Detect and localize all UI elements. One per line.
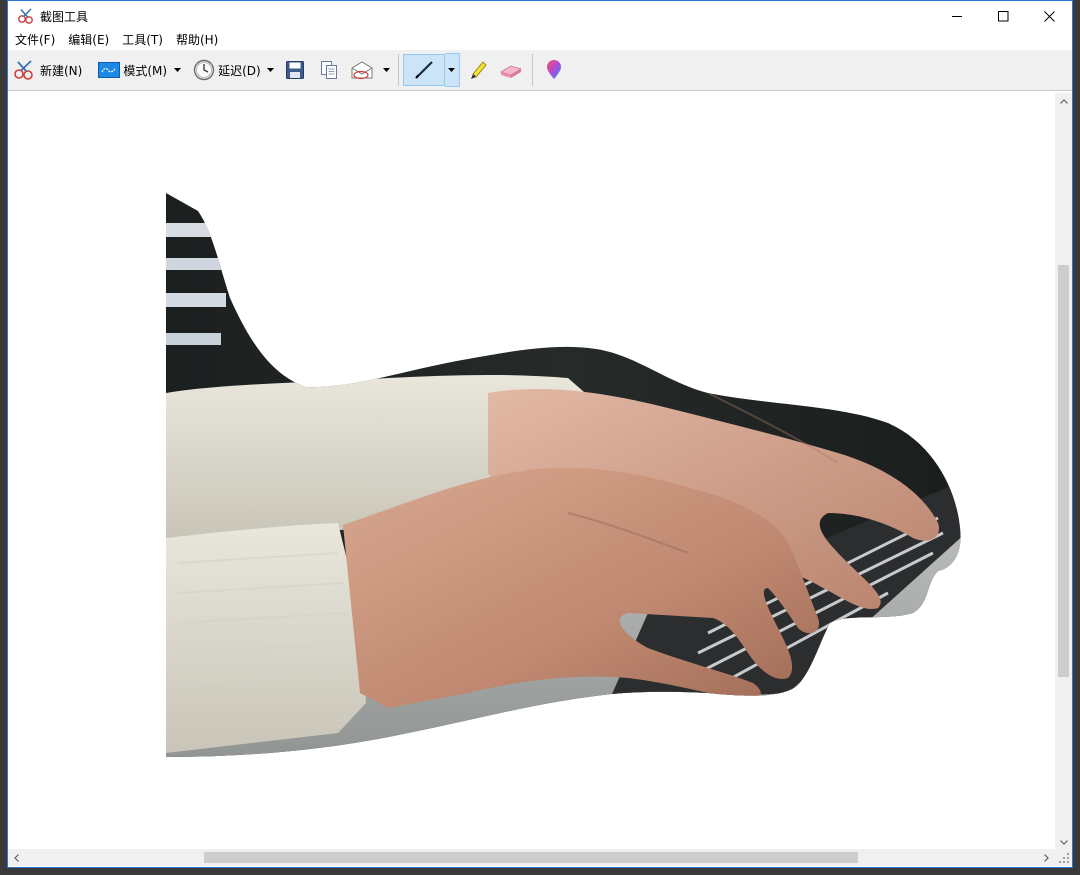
vertical-scroll-thumb[interactable] (1058, 265, 1069, 677)
delay-button[interactable]: 延迟(D) (190, 54, 264, 86)
send-dropdown[interactable] (380, 54, 394, 86)
horizontal-scroll-thumb[interactable] (204, 852, 858, 863)
window-title: 截图工具 (40, 9, 89, 24)
new-button[interactable]: 新建(N) (10, 54, 85, 86)
maximize-icon (997, 10, 1008, 21)
chevron-down-icon (173, 68, 181, 72)
maximize-button[interactable] (980, 1, 1026, 31)
snip-image (166, 193, 961, 757)
chevron-down-icon (267, 68, 275, 72)
eraser-icon (499, 65, 522, 78)
send-button[interactable] (346, 54, 380, 86)
menu-file[interactable]: 文件(F) (10, 31, 60, 50)
mode-dropdown[interactable] (170, 54, 184, 86)
chevron-down-icon (1059, 840, 1068, 845)
highlighter-icon (470, 61, 487, 79)
delay-button-label: 延迟(D) (218, 63, 261, 78)
send-email-icon (351, 61, 373, 80)
chevron-down-icon (383, 68, 391, 72)
resize-grip-icon (1059, 853, 1069, 863)
scroll-right-button[interactable] (1038, 849, 1055, 866)
scroll-left-button[interactable] (8, 849, 25, 866)
title-bar: 截图工具 (8, 1, 1072, 31)
delay-dropdown[interactable] (264, 54, 278, 86)
minimize-icon (951, 15, 962, 17)
chevron-up-icon (1059, 99, 1068, 104)
menu-tools[interactable]: 工具(T) (117, 31, 168, 50)
pen-dropdown[interactable] (444, 53, 460, 87)
menu-edit[interactable]: 编辑(E) (63, 31, 114, 50)
copy-button[interactable] (312, 54, 346, 86)
close-icon (1043, 10, 1055, 22)
toolbar: 新建(N) 模式(M) 延迟(D) (8, 50, 1072, 91)
snipping-tool-window: 截图工具 文件(F) 编辑(E) 工具(T) 帮助(H) 新建(N) 模式(M)… (7, 0, 1073, 868)
window-controls (934, 1, 1072, 31)
copy-icon (320, 61, 337, 79)
clock-icon (193, 59, 215, 81)
menu-help[interactable]: 帮助(H) (171, 31, 223, 50)
snip-canvas[interactable] (8, 93, 1055, 851)
paint3d-icon (546, 60, 561, 79)
pen-button[interactable] (402, 54, 445, 86)
pen-icon (414, 61, 433, 79)
mode-button-label: 模式(M) (123, 63, 168, 78)
toolbar-separator (397, 54, 399, 86)
mode-button[interactable]: 模式(M) (95, 54, 170, 86)
close-button[interactable] (1026, 1, 1072, 31)
resize-grip[interactable] (1055, 849, 1072, 866)
toolbar-separator (531, 54, 533, 86)
minimize-button[interactable] (934, 1, 980, 31)
horizontal-scrollbar[interactable] (8, 849, 1055, 866)
menu-bar: 文件(F) 编辑(E) 工具(T) 帮助(H) (8, 31, 1072, 50)
chevron-down-icon (448, 68, 456, 72)
scissors-icon (14, 60, 33, 80)
new-button-label: 新建(N) (40, 63, 83, 78)
mode-icon (98, 62, 121, 78)
paint3d-button[interactable] (537, 54, 571, 86)
eraser-button[interactable] (494, 54, 528, 86)
chevron-right-icon (1044, 853, 1049, 862)
app-icon (18, 8, 33, 24)
save-icon (285, 61, 304, 79)
save-button[interactable] (278, 54, 312, 86)
highlighter-button[interactable] (460, 54, 494, 86)
scroll-up-button[interactable] (1055, 93, 1072, 110)
chevron-left-icon (14, 853, 19, 862)
vertical-scrollbar[interactable] (1055, 93, 1072, 851)
